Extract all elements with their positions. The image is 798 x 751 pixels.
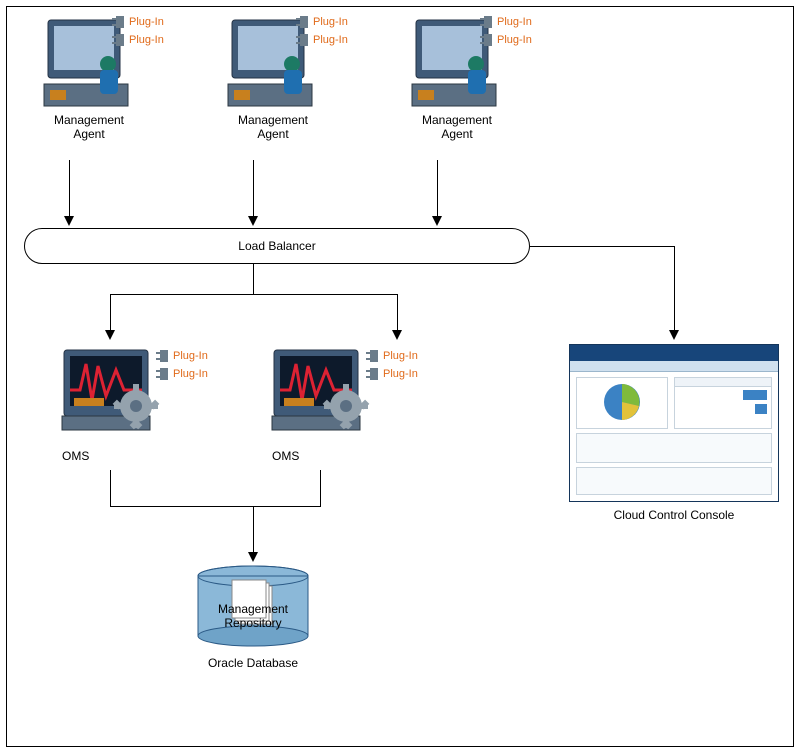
plugin-label: Plug-In: [173, 350, 208, 362]
console-screenshot: [569, 344, 779, 502]
oms-icon: [62, 346, 162, 442]
agent-label: Management Agent: [24, 113, 154, 141]
agent3-plugin-2: Plug-In: [480, 34, 532, 46]
arrow-head-icon: [64, 216, 74, 226]
plug-icon: [156, 350, 170, 362]
plugin-label: Plug-In: [129, 16, 164, 28]
arrow-head-icon: [248, 552, 258, 562]
load-balancer-label: Load Balancer: [238, 239, 315, 253]
mini-pie-icon: [600, 380, 644, 424]
oms1-plugin-1: Plug-In: [156, 350, 208, 362]
lb-to-oms2: [397, 294, 398, 330]
plug-icon: [366, 368, 380, 380]
merge-to-db: [253, 506, 254, 552]
load-balancer: Load Balancer: [24, 228, 530, 264]
oms2-down: [320, 470, 321, 506]
oms2-plugin-2: Plug-In: [366, 368, 418, 380]
arrow-agent1-lb: [69, 160, 70, 216]
plugin-label: Plug-In: [173, 368, 208, 380]
arrow-head-icon: [248, 216, 258, 226]
oms-label: OMS: [272, 449, 392, 463]
arrow-agent3-lb: [437, 160, 438, 216]
agent2-plugin-2: Plug-In: [296, 34, 348, 46]
repository-inner-label: Management Repository: [198, 602, 308, 630]
oms-1: OMS: [62, 346, 182, 463]
plugin-label: Plug-In: [497, 34, 532, 46]
oms-2: OMS: [272, 346, 392, 463]
lb-to-console-h: [530, 246, 674, 247]
plug-icon: [112, 16, 126, 28]
plugin-label: Plug-In: [383, 350, 418, 362]
agent-label: Management Agent: [208, 113, 338, 141]
plug-icon: [296, 16, 310, 28]
oms1-plugin-2: Plug-In: [156, 368, 208, 380]
agent-label: Management Agent: [392, 113, 522, 141]
oms-label: OMS: [62, 449, 182, 463]
plug-icon: [480, 16, 494, 28]
plugin-label: Plug-In: [313, 16, 348, 28]
arrow-head-icon: [105, 330, 115, 340]
agent3-plugin-1: Plug-In: [480, 16, 532, 28]
agent1-plugin-1: Plug-In: [112, 16, 164, 28]
lb-to-console-v: [674, 246, 675, 330]
oms-merge-h: [110, 506, 321, 507]
lb-split-h: [110, 294, 398, 295]
oms1-down: [110, 470, 111, 506]
plug-icon: [296, 34, 310, 46]
repository-outer-label: Oracle Database: [198, 656, 308, 670]
plug-icon: [366, 350, 380, 362]
management-agent-icon: [44, 14, 134, 110]
plug-icon: [112, 34, 126, 46]
agent2-plugin-1: Plug-In: [296, 16, 348, 28]
plugin-label: Plug-In: [313, 34, 348, 46]
cloud-control-console: Cloud Control Console: [569, 344, 779, 522]
management-agent-icon: [412, 14, 502, 110]
lb-stem: [253, 264, 254, 294]
plugin-label: Plug-In: [497, 16, 532, 28]
plugin-label: Plug-In: [383, 368, 418, 380]
lb-to-oms1: [110, 294, 111, 330]
arrow-head-icon: [669, 330, 679, 340]
oms-icon: [272, 346, 372, 442]
agent1-plugin-2: Plug-In: [112, 34, 164, 46]
plug-icon: [480, 34, 494, 46]
plugin-label: Plug-In: [129, 34, 164, 46]
arrow-agent2-lb: [253, 160, 254, 216]
console-label: Cloud Control Console: [569, 508, 779, 522]
management-repository: Management Repository: [198, 566, 308, 653]
management-agent-icon: [228, 14, 318, 110]
plug-icon: [156, 368, 170, 380]
arrow-head-icon: [392, 330, 402, 340]
arrow-head-icon: [432, 216, 442, 226]
oms2-plugin-1: Plug-In: [366, 350, 418, 362]
